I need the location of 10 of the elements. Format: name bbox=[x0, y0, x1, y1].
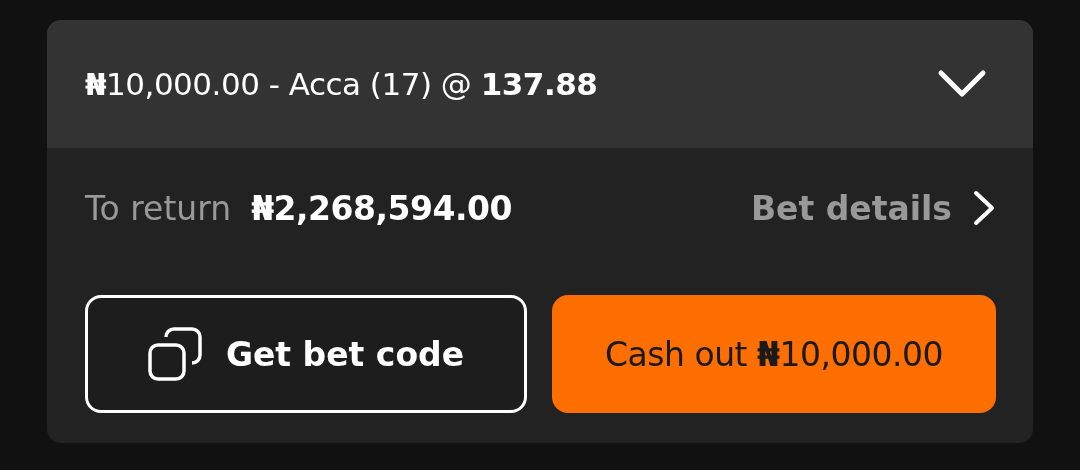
chevron-down-icon[interactable] bbox=[937, 69, 987, 99]
bet-title: ₦10,000.00 - Acca (17) @ 137.88 bbox=[85, 66, 598, 102]
return-label: To return bbox=[85, 188, 232, 228]
chevron-right-icon bbox=[972, 189, 996, 227]
return-amount: ₦2,268,594.00 bbox=[251, 188, 512, 228]
bet-header[interactable]: ₦10,000.00 - Acca (17) @ 137.88 bbox=[47, 20, 1033, 148]
copy-icon bbox=[147, 327, 202, 381]
get-bet-code-button[interactable]: Get bet code bbox=[85, 295, 527, 413]
cash-out-button[interactable]: Cash out ₦10,000.00 bbox=[552, 295, 996, 413]
bet-details-link[interactable]: Bet details bbox=[750, 188, 996, 228]
